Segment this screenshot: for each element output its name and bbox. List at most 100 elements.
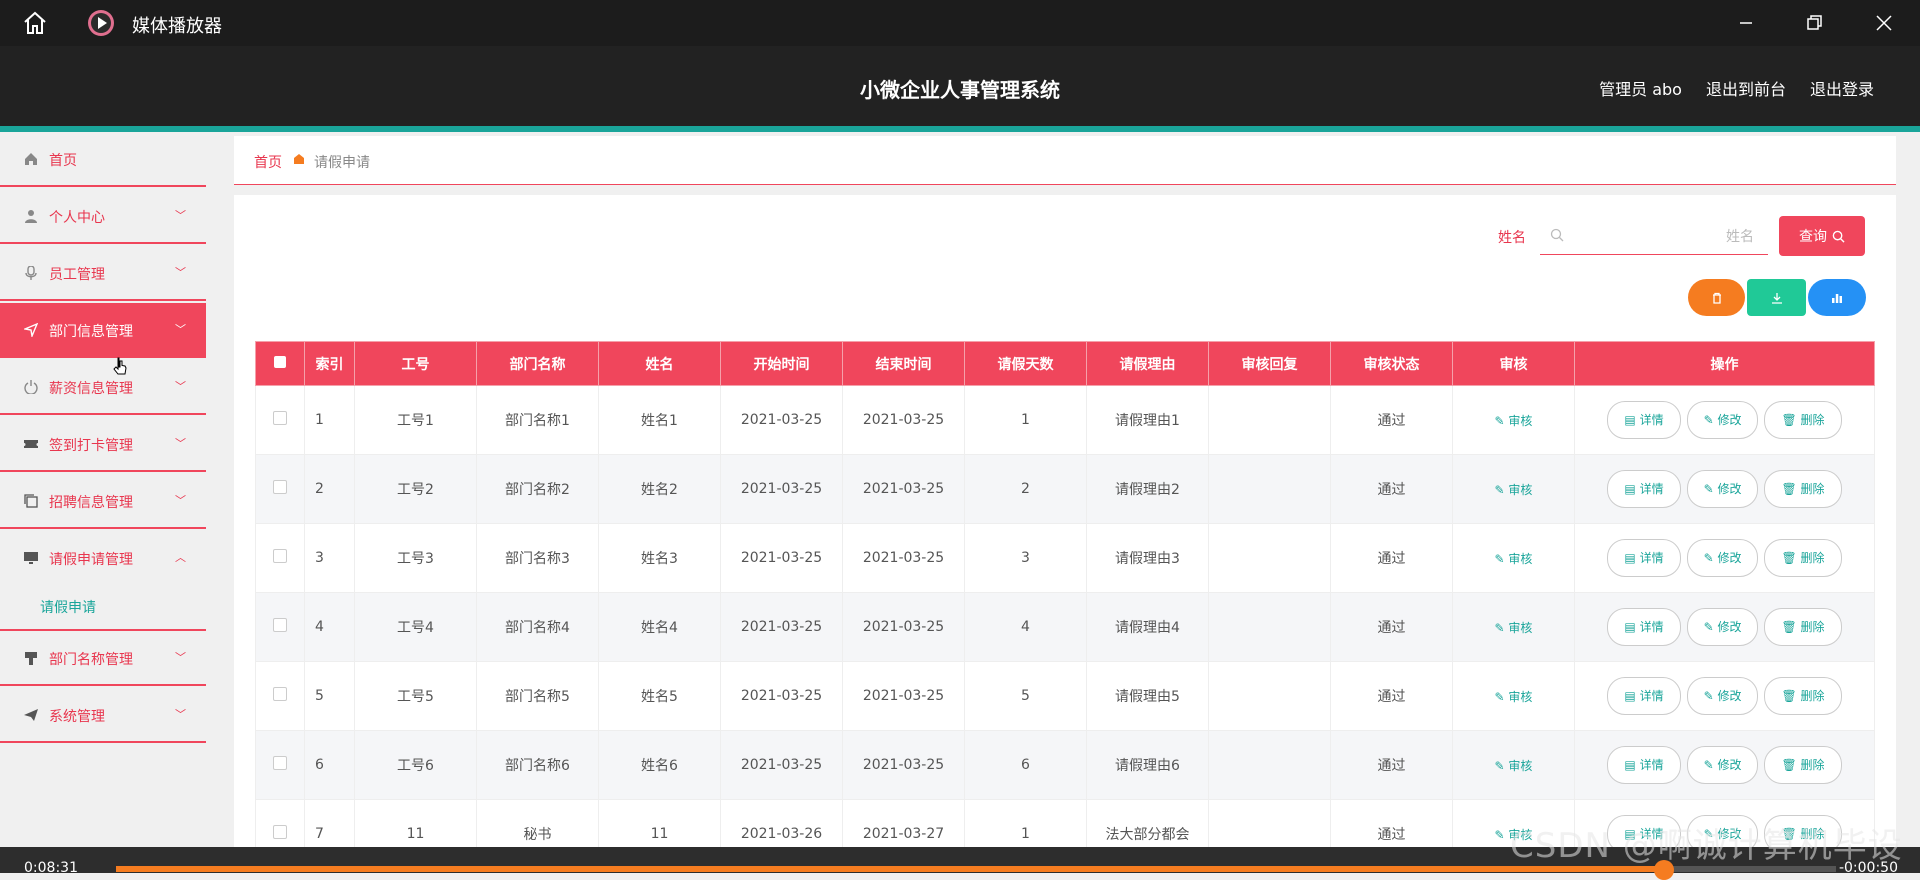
audit-link[interactable]: ✎ 审核 bbox=[1495, 621, 1533, 635]
audit-link[interactable]: ✎ 审核 bbox=[1495, 690, 1533, 704]
sidebar-item-salary[interactable]: 薪资信息管理 ﹀ bbox=[0, 360, 206, 415]
audit-link[interactable]: ✎ 审核 bbox=[1495, 552, 1533, 566]
delete-button[interactable]: 🗑 删除 bbox=[1764, 608, 1842, 646]
sidebar-item-department[interactable]: 部门信息管理 ﹀ bbox=[0, 303, 206, 358]
sidebar-item-leave[interactable]: 请假申请管理 ︿ bbox=[0, 531, 206, 586]
delete-button[interactable]: 🗑 删除 bbox=[1764, 677, 1842, 715]
detail-button[interactable]: ▤ 详情 bbox=[1607, 401, 1681, 439]
document-icon: ▤ bbox=[1624, 482, 1640, 496]
chevron-down-icon: ﹀ bbox=[175, 380, 186, 393]
audit-link[interactable]: ✎ 审核 bbox=[1495, 414, 1533, 428]
cell-dept: 部门名称1 bbox=[476, 385, 599, 455]
cell-dept: 部门名称2 bbox=[476, 454, 599, 524]
app-header: 小微企业人事管理系统 管理员 abo 退出到前台 退出登录 bbox=[0, 46, 1920, 126]
document-icon: ▤ bbox=[1624, 413, 1640, 427]
edit-button[interactable]: ✎ 修改 bbox=[1686, 401, 1759, 439]
sidebar-subitem-leave-request[interactable]: 请假申请 bbox=[40, 597, 96, 617]
ticket-icon bbox=[24, 440, 38, 448]
cell-start: 2021-03-25 bbox=[720, 730, 843, 800]
detail-button[interactable]: ▤ 详情 bbox=[1607, 470, 1681, 508]
cell-reply bbox=[1208, 454, 1331, 524]
column-header: 姓名 bbox=[598, 341, 721, 386]
cell-end: 2021-03-25 bbox=[842, 523, 965, 593]
edit-button[interactable]: ✎ 修改 bbox=[1686, 539, 1759, 577]
sidebar-item-recruit[interactable]: 招聘信息管理 ﹀ bbox=[0, 474, 206, 529]
statistics-button[interactable] bbox=[1808, 279, 1866, 316]
sidebar-item-label: 首页 bbox=[49, 153, 77, 169]
sidebar-item-system[interactable]: 系统管理 ﹀ bbox=[0, 688, 206, 743]
cell-index: 3 bbox=[304, 523, 355, 593]
audit-link[interactable]: ✎ 审核 bbox=[1495, 759, 1533, 773]
monitor-icon bbox=[24, 552, 38, 564]
cell-index: 6 bbox=[304, 730, 355, 800]
cell-start: 2021-03-25 bbox=[720, 523, 843, 593]
cell-reason: 请假理由1 bbox=[1086, 385, 1209, 455]
sidebar-item-home[interactable]: 首页 bbox=[0, 132, 206, 187]
cell-end: 2021-03-25 bbox=[842, 385, 965, 455]
cell-start: 2021-03-25 bbox=[720, 592, 843, 662]
row-checkbox[interactable] bbox=[255, 730, 305, 800]
restore-icon[interactable] bbox=[1802, 11, 1826, 35]
sidebar-item-staff[interactable]: 员工管理 ﹀ bbox=[0, 246, 206, 301]
delete-button[interactable]: 🗑 删除 bbox=[1764, 539, 1842, 577]
search-field[interactable] bbox=[1540, 218, 1768, 255]
delete-button[interactable]: 🗑 删除 bbox=[1764, 401, 1842, 439]
cell-job_no: 工号6 bbox=[354, 730, 477, 800]
delete-label: 删除 bbox=[1800, 620, 1825, 634]
window-titlebar: 媒体播放器 bbox=[0, 0, 1920, 46]
exit-to-front-link[interactable]: 退出到前台 bbox=[1706, 76, 1786, 100]
chevron-down-icon: ﹀ bbox=[175, 323, 186, 336]
row-checkbox[interactable] bbox=[255, 454, 305, 524]
detail-button[interactable]: ▤ 详情 bbox=[1607, 746, 1681, 784]
cell-days: 2 bbox=[964, 454, 1087, 524]
cell-start: 2021-03-25 bbox=[720, 661, 843, 731]
trash-icon: 🗑 bbox=[1781, 551, 1801, 565]
chevron-down-icon: ﹀ bbox=[175, 266, 186, 279]
row-checkbox[interactable] bbox=[255, 385, 305, 455]
row-checkbox[interactable] bbox=[255, 523, 305, 593]
sidebar-item-label: 个人中心 bbox=[49, 210, 105, 226]
edit-button[interactable]: ✎ 修改 bbox=[1686, 470, 1759, 508]
microphone-icon bbox=[25, 266, 37, 280]
audit-cell: ✎ 审核 bbox=[1452, 661, 1575, 731]
sidebar-item-dept-name[interactable]: 部门名称管理 ﹀ bbox=[0, 631, 206, 686]
logout-link[interactable]: 退出登录 bbox=[1810, 76, 1874, 100]
edit-label: 修改 bbox=[1717, 620, 1742, 634]
query-button[interactable]: 查询 bbox=[1779, 216, 1865, 256]
search-label: 姓名 bbox=[1498, 230, 1526, 246]
breadcrumb-home[interactable]: 首页 bbox=[254, 152, 282, 172]
cell-end: 2021-03-25 bbox=[842, 592, 965, 662]
export-button[interactable] bbox=[1747, 279, 1806, 316]
operations-cell: ▤ 详情 ✎ 修改 🗑 删除 bbox=[1574, 730, 1875, 800]
select-all-checkbox[interactable] bbox=[255, 341, 305, 386]
row-checkbox[interactable] bbox=[255, 661, 305, 731]
delete-button[interactable]: 🗑 删除 bbox=[1764, 746, 1842, 784]
cell-start: 2021-03-25 bbox=[720, 454, 843, 524]
operations-cell: ▤ 详情 ✎ 修改 🗑 删除 bbox=[1574, 454, 1875, 524]
detail-button[interactable]: ▤ 详情 bbox=[1607, 677, 1681, 715]
close-icon[interactable] bbox=[1872, 11, 1896, 35]
search-icon bbox=[1550, 228, 1564, 242]
home-icon[interactable] bbox=[22, 11, 48, 35]
audit-link[interactable]: ✎ 审核 bbox=[1495, 483, 1533, 497]
brush-icon bbox=[25, 652, 37, 665]
edit-icon: ✎ bbox=[1703, 413, 1718, 427]
copy-icon bbox=[24, 494, 38, 508]
sidebar-item-personal[interactable]: 个人中心 ﹀ bbox=[0, 189, 206, 244]
cell-start: 2021-03-25 bbox=[720, 385, 843, 455]
minimize-icon[interactable] bbox=[1734, 11, 1758, 35]
delete-button[interactable]: 🗑 删除 bbox=[1764, 470, 1842, 508]
chevron-down-icon: ﹀ bbox=[175, 437, 186, 450]
admin-user-link[interactable]: 管理员 abo bbox=[1599, 76, 1682, 100]
edit-button[interactable]: ✎ 修改 bbox=[1686, 677, 1759, 715]
detail-button[interactable]: ▤ 详情 bbox=[1607, 608, 1681, 646]
edit-button[interactable]: ✎ 修改 bbox=[1686, 746, 1759, 784]
batch-delete-button[interactable] bbox=[1688, 279, 1745, 316]
edit-button[interactable]: ✎ 修改 bbox=[1686, 608, 1759, 646]
search-input[interactable] bbox=[1572, 224, 1756, 250]
detail-button[interactable]: ▤ 详情 bbox=[1607, 539, 1681, 577]
sidebar-item-checkin[interactable]: 签到打卡管理 ﹀ bbox=[0, 417, 206, 472]
breadcrumb: 首页 请假申请 bbox=[234, 136, 1896, 185]
table-row: 1 工号1 部门名称1 姓名1 2021-03-25 2021-03-25 1 请假理由1 通过… bbox=[255, 385, 1875, 455]
row-checkbox[interactable] bbox=[255, 592, 305, 662]
